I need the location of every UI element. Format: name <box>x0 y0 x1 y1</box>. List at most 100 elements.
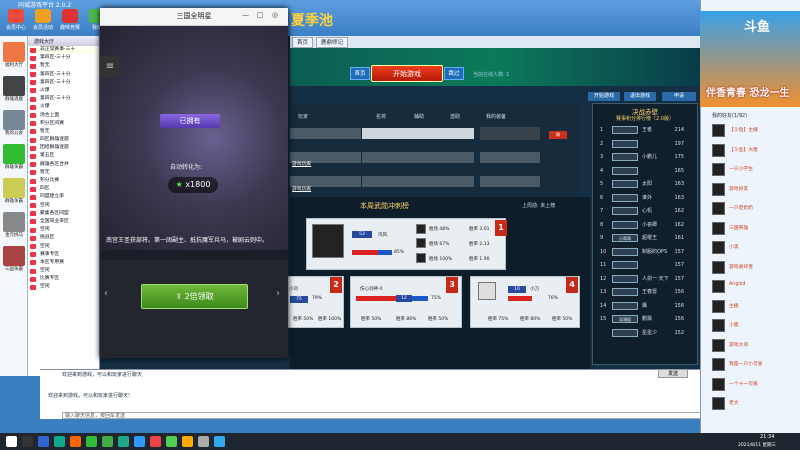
double-claim-button[interactable]: ⇪ 2倍领取 <box>141 284 248 309</box>
room-item[interactable]: 第四区-三十分 <box>28 71 99 79</box>
leftbar-item[interactable]: 群雄逐鹿 <box>2 76 26 102</box>
skip-button[interactable]: 跳过 <box>444 67 464 80</box>
room-item[interactable]: 积分区间赛 <box>28 120 99 128</box>
user-list-item[interactable]: 一只老奶奶 <box>712 202 798 216</box>
room-item[interactable]: 第四区-三十分 <box>28 54 99 62</box>
leftbar-item[interactable]: 三国争霸 <box>2 246 26 272</box>
room-item[interactable]: 空闲 <box>28 267 99 275</box>
user-list-item[interactable]: 小黑 <box>712 241 798 255</box>
chrome-icon[interactable] <box>54 436 65 447</box>
edge-icon[interactable] <box>38 436 49 447</box>
room-item[interactable]: 同盟建立率 <box>28 193 99 201</box>
room-item[interactable]: 聚集各区同盟 <box>28 210 99 218</box>
room-item[interactable]: 本区专用赛 <box>28 259 99 267</box>
ranking-row[interactable]: 1 王者 214 <box>596 124 694 136</box>
ranking-row[interactable]: 2 197 <box>596 138 694 150</box>
leftbar-item[interactable]: 我的公会 <box>2 110 26 136</box>
room-item[interactable]: 空闲 <box>28 243 99 251</box>
game-icon[interactable] <box>102 436 113 447</box>
room-item[interactable]: 非正常赛事-三十 <box>28 46 99 55</box>
room-item[interactable]: 积分比赛 <box>28 177 99 185</box>
room-item[interactable]: 赛事专区 <box>28 251 99 259</box>
user-list-item[interactable]: 游戏爱好者 <box>712 260 798 275</box>
room-item[interactable]: 四区群雄逐鹿 <box>28 136 99 144</box>
user-list-item[interactable]: 游戏大哥 <box>712 338 798 353</box>
exit-game-button[interactable]: 退出游戏 <box>624 92 656 101</box>
ranking-row[interactable]: 15 导演组 鹏飘 156 <box>596 313 694 325</box>
start-game-small-button[interactable]: 开始游戏 <box>588 92 620 101</box>
ranking-row[interactable]: 5 太阳 163 <box>596 178 694 190</box>
user-list-item[interactable]: 一只小学生 <box>712 163 798 177</box>
start-game-button[interactable]: 开始游戏 <box>371 65 443 82</box>
user-list-item[interactable]: 三国英雄 <box>712 221 798 236</box>
ranking-row[interactable]: 6 谁外 163 <box>596 192 694 204</box>
ranking-row[interactable]: 3 小鹏儿 175 <box>596 151 694 163</box>
home-button[interactable]: 首页 <box>350 67 370 80</box>
top-nav-item[interactable]: 趣味竞赛 <box>58 9 82 33</box>
player-row[interactable] <box>290 128 361 139</box>
player-name[interactable]: 游戏玩家 <box>292 160 311 167</box>
room-item[interactable]: 火爆 <box>28 87 99 95</box>
app-icon[interactable] <box>150 436 161 447</box>
leftbar-item[interactable]: 金元挑马 <box>2 212 26 238</box>
app-icon[interactable] <box>166 436 177 447</box>
room-item[interactable]: 火爆 <box>28 103 99 111</box>
chat-input[interactable]: 输入聊天信息，按回车发送 <box>62 412 702 419</box>
room-item[interactable]: 群雄各区合并 <box>28 161 99 169</box>
player-name[interactable]: 游戏玩家 <box>292 185 311 192</box>
app-icon[interactable] <box>70 436 81 447</box>
friends-header[interactable]: 我的好友(1/92) <box>712 112 747 119</box>
ranking-row[interactable]: 12 人剑一·天下 157 <box>596 273 694 285</box>
leftbar-item[interactable]: 群雄争霸 <box>2 178 26 204</box>
user-list-item[interactable]: 【斗鱼】大佬 <box>712 143 798 158</box>
app-icon[interactable] <box>118 436 129 447</box>
app-icon[interactable] <box>182 436 193 447</box>
room-item[interactable]: 暂无 <box>28 128 99 136</box>
room-item[interactable]: 第五区 <box>28 152 99 160</box>
arrow-right-icon[interactable]: › <box>276 288 286 302</box>
user-list-item[interactable]: 小鹿 <box>712 319 798 333</box>
user-list-item[interactable]: 老大 <box>712 397 798 411</box>
app-icon[interactable] <box>198 436 209 447</box>
room-item[interactable]: 全国同业率区 <box>28 218 99 226</box>
send-button[interactable]: 发送 <box>658 369 688 378</box>
user-list-item[interactable]: 【斗鱼】主播 <box>712 124 798 138</box>
ranking-row[interactable]: 11 157 <box>596 259 694 271</box>
ranking-row[interactable]: 4 165 <box>596 165 694 177</box>
room-item[interactable]: 空闲 <box>28 226 99 234</box>
room-item[interactable]: 空闲 <box>28 283 99 291</box>
kick-button[interactable]: 踢 <box>549 131 567 139</box>
user-list-item[interactable]: 游戏好友 <box>712 182 798 197</box>
room-item[interactable]: 空闲 <box>28 202 99 210</box>
ranking-row[interactable]: 13 王春雷 156 <box>596 286 694 298</box>
ranking-row[interactable]: 14 鹰 156 <box>596 300 694 312</box>
user-list-item[interactable]: 我是一只小可爱 <box>712 358 798 372</box>
ranking-row[interactable]: 8 小丧卿 162 <box>596 219 694 231</box>
minimize-icon[interactable]: — <box>242 11 249 19</box>
ranking-row[interactable]: 7 心机 162 <box>596 205 694 217</box>
leftbar-item[interactable]: 群雄争霸 <box>2 144 26 170</box>
room-item[interactable]: 第四区-三十分 <box>28 95 99 103</box>
user-list-item[interactable]: Anglsd <box>712 280 798 294</box>
tab-home[interactable]: 首页 <box>292 37 314 48</box>
room-item[interactable]: 暂无 <box>28 62 99 70</box>
search-icon[interactable] <box>22 436 33 447</box>
close-icon[interactable]: ◎ <box>272 11 278 19</box>
wechat-icon[interactable] <box>86 436 97 447</box>
room-item[interactable]: 暂无 <box>28 169 99 177</box>
top-nav-item[interactable]: 会员中心 <box>4 9 28 33</box>
arrow-left-icon[interactable]: ‹ <box>104 288 114 302</box>
tab-game[interactable]: 鹿鼎师记 <box>316 37 349 48</box>
room-item[interactable]: 四区 <box>28 185 99 193</box>
apply-button[interactable]: 申请 <box>662 92 696 101</box>
user-list-item[interactable]: 一个十一可爱 <box>712 377 798 392</box>
user-list-item[interactable]: 主播 <box>712 299 798 314</box>
start-icon[interactable] <box>6 436 17 447</box>
room-item[interactable]: 第四区-三十分 <box>28 79 99 87</box>
ranking-row[interactable]: 星星少 152 <box>596 327 694 339</box>
ranking-row[interactable]: 9 小哥哥 超棍王 161 <box>596 232 694 244</box>
top-nav-item[interactable]: 会员活动 <box>31 9 55 33</box>
room-item[interactable]: 场合上面 <box>28 112 99 120</box>
app-icon[interactable] <box>214 436 225 447</box>
room-item[interactable]: 团结群雄逐鹿 <box>28 144 99 152</box>
